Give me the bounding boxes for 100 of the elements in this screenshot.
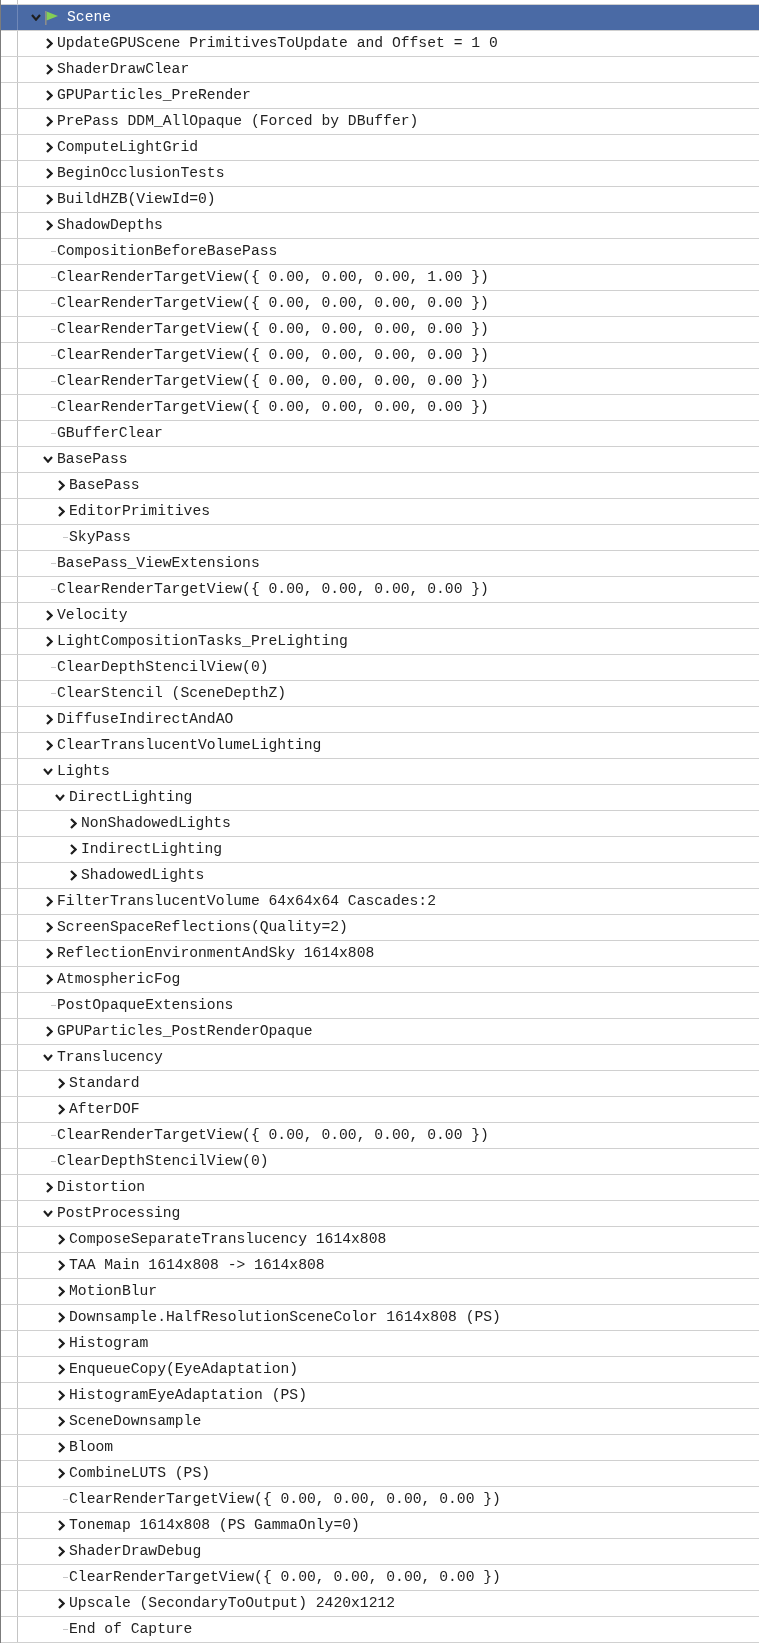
tree-item[interactable]: HistogramEyeAdaptation (PS) xyxy=(1,1383,759,1409)
tree-item[interactable]: PrePass DDM_AllOpaque (Forced by DBuffer) xyxy=(1,109,759,135)
tree-item[interactable]: ClearRenderTargetView({ 0.00, 0.00, 0.00, 0.00 }) xyxy=(1,291,759,317)
tree-item[interactable]: Scene xyxy=(1,5,759,31)
tree-item[interactable]: ClearRenderTargetView({ 0.00, 0.00, 0.00, 0.00 }) xyxy=(1,343,759,369)
tree-item[interactable]: Velocity xyxy=(1,603,759,629)
chevron-right-icon[interactable] xyxy=(70,844,77,855)
tree-item[interactable]: CombineLUTS (PS) xyxy=(1,1461,759,1487)
chevron-right-icon[interactable] xyxy=(58,1104,65,1115)
tree-item[interactable]: ScreenSpaceReflections(Quality=2) xyxy=(1,915,759,941)
chevron-right-icon[interactable] xyxy=(46,220,53,231)
chevron-right-icon[interactable] xyxy=(58,1598,65,1609)
tree-item[interactable]: BasePass xyxy=(1,473,759,499)
tree-item[interactable]: Translucency xyxy=(1,1045,759,1071)
tree-item[interactable]: Histogram xyxy=(1,1331,759,1357)
tree-item[interactable]: BasePass xyxy=(1,447,759,473)
tree-item[interactable]: EditorPrimitives xyxy=(1,499,759,525)
chevron-down-icon[interactable] xyxy=(43,768,53,775)
tree-item[interactable]: DiffuseIndirectAndAO xyxy=(1,707,759,733)
tree-item[interactable]: End of Capture xyxy=(1,1617,759,1643)
tree-item[interactable]: ClearRenderTargetView({ 0.00, 0.00, 0.00, 1.00 }) xyxy=(1,265,759,291)
chevron-right-icon[interactable] xyxy=(46,142,53,153)
chevron-right-icon[interactable] xyxy=(58,1078,65,1089)
chevron-right-icon[interactable] xyxy=(46,38,53,49)
chevron-right-icon[interactable] xyxy=(58,1286,65,1297)
chevron-down-icon[interactable] xyxy=(55,794,65,801)
chevron-right-icon[interactable] xyxy=(58,1546,65,1557)
tree-item[interactable]: FilterTranslucentVolume 64x64x64 Cascades:2 xyxy=(1,889,759,915)
tree-item[interactable]: Downsample.HalfResolutionSceneColor 1614x808 (PS) xyxy=(1,1305,759,1331)
chevron-right-icon[interactable] xyxy=(58,1468,65,1479)
chevron-right-icon[interactable] xyxy=(46,1026,53,1037)
tree-item[interactable]: GBufferClear xyxy=(1,421,759,447)
chevron-right-icon[interactable] xyxy=(46,636,53,647)
chevron-right-icon[interactable] xyxy=(58,1390,65,1401)
tree-item[interactable]: ClearTranslucentVolumeLighting xyxy=(1,733,759,759)
chevron-right-icon[interactable] xyxy=(46,922,53,933)
tree-item[interactable]: CompositionBeforeBasePass xyxy=(1,239,759,265)
tree-item[interactable]: ClearRenderTargetView({ 0.00, 0.00, 0.00, 0.00 }) xyxy=(1,577,759,603)
tree-item[interactable]: SkyPass xyxy=(1,525,759,551)
chevron-right-icon[interactable] xyxy=(46,116,53,127)
tree-item[interactable]: UpdateGPUScene PrimitivesToUpdate and Offset = 1 0 xyxy=(1,31,759,57)
tree-item[interactable]: DirectLighting xyxy=(1,785,759,811)
tree-item[interactable]: GPUParticles_PostRenderOpaque xyxy=(1,1019,759,1045)
chevron-right-icon[interactable] xyxy=(46,90,53,101)
chevron-right-icon[interactable] xyxy=(58,480,65,491)
chevron-right-icon[interactable] xyxy=(46,948,53,959)
tree-item[interactable]: ShadowDepths xyxy=(1,213,759,239)
chevron-right-icon[interactable] xyxy=(58,1260,65,1271)
tree-item[interactable]: BasePass_ViewExtensions xyxy=(1,551,759,577)
tree-item[interactable]: ClearRenderTargetView({ 0.00, 0.00, 0.00, 0.00 }) xyxy=(1,317,759,343)
tree-item[interactable]: ClearDepthStencilView(0) xyxy=(1,1149,759,1175)
tree-item[interactable]: Upscale (SecondaryToOutput) 2420x1212 xyxy=(1,1591,759,1617)
chevron-right-icon[interactable] xyxy=(46,1182,53,1193)
tree-item[interactable]: Tonemap 1614x808 (PS GammaOnly=0) xyxy=(1,1513,759,1539)
tree-item[interactable]: ReflectionEnvironmentAndSky 1614x808 xyxy=(1,941,759,967)
tree-item[interactable]: ClearRenderTargetView({ 0.00, 0.00, 0.00, 0.00 }) xyxy=(1,395,759,421)
tree-item[interactable]: SceneDownsample xyxy=(1,1409,759,1435)
tree-item[interactable]: EnqueueCopy(EyeAdaptation) xyxy=(1,1357,759,1383)
tree-item[interactable]: BuildHZB(ViewId=0) xyxy=(1,187,759,213)
tree-item[interactable]: ShaderDrawClear xyxy=(1,57,759,83)
tree-item[interactable]: IndirectLighting xyxy=(1,837,759,863)
tree-item[interactable]: ShaderDrawDebug xyxy=(1,1539,759,1565)
chevron-right-icon[interactable] xyxy=(46,168,53,179)
tree-item[interactable]: PostProcessing xyxy=(1,1201,759,1227)
chevron-down-icon[interactable] xyxy=(43,456,53,463)
chevron-right-icon[interactable] xyxy=(58,1364,65,1375)
chevron-right-icon[interactable] xyxy=(70,818,77,829)
chevron-right-icon[interactable] xyxy=(70,870,77,881)
chevron-right-icon[interactable] xyxy=(46,194,53,205)
tree-item[interactable]: ComposeSeparateTranslucency 1614x808 xyxy=(1,1227,759,1253)
tree-item[interactable]: MotionBlur xyxy=(1,1279,759,1305)
tree-item[interactable]: ShadowedLights xyxy=(1,863,759,889)
tree-item[interactable]: AfterDOF xyxy=(1,1097,759,1123)
chevron-right-icon[interactable] xyxy=(46,714,53,725)
chevron-right-icon[interactable] xyxy=(46,64,53,75)
chevron-down-icon[interactable] xyxy=(43,1054,53,1061)
chevron-right-icon[interactable] xyxy=(58,1416,65,1427)
tree-item[interactable]: ClearDepthStencilView(0) xyxy=(1,655,759,681)
tree-item[interactable]: ClearRenderTargetView({ 0.00, 0.00, 0.00, 0.00 }) xyxy=(1,1123,759,1149)
chevron-right-icon[interactable] xyxy=(46,896,53,907)
chevron-right-icon[interactable] xyxy=(46,610,53,621)
tree-item[interactable]: Standard xyxy=(1,1071,759,1097)
chevron-down-icon[interactable] xyxy=(43,1210,53,1217)
chevron-right-icon[interactable] xyxy=(46,740,53,751)
chevron-right-icon[interactable] xyxy=(58,506,65,517)
tree-item[interactable]: Bloom xyxy=(1,1435,759,1461)
tree-item[interactable]: AtmosphericFog xyxy=(1,967,759,993)
tree-item[interactable]: ComputeLightGrid xyxy=(1,135,759,161)
tree-item[interactable]: Distortion xyxy=(1,1175,759,1201)
tree-item[interactable]: ClearRenderTargetView({ 0.00, 0.00, 0.00, 0.00 }) xyxy=(1,1487,759,1513)
tree-item[interactable]: ClearStencil (SceneDepthZ) xyxy=(1,681,759,707)
chevron-right-icon[interactable] xyxy=(58,1234,65,1245)
tree-item[interactable]: TAA Main 1614x808 -> 1614x808 xyxy=(1,1253,759,1279)
chevron-right-icon[interactable] xyxy=(58,1442,65,1453)
chevron-right-icon[interactable] xyxy=(58,1312,65,1323)
tree-item[interactable]: ClearRenderTargetView({ 0.00, 0.00, 0.00, 0.00 }) xyxy=(1,369,759,395)
tree-item[interactable]: GPUParticles_PreRender xyxy=(1,83,759,109)
chevron-right-icon[interactable] xyxy=(58,1338,65,1349)
tree-item[interactable]: ClearRenderTargetView({ 0.00, 0.00, 0.00, 0.00 }) xyxy=(1,1565,759,1591)
tree-item[interactable]: PostOpaqueExtensions xyxy=(1,993,759,1019)
